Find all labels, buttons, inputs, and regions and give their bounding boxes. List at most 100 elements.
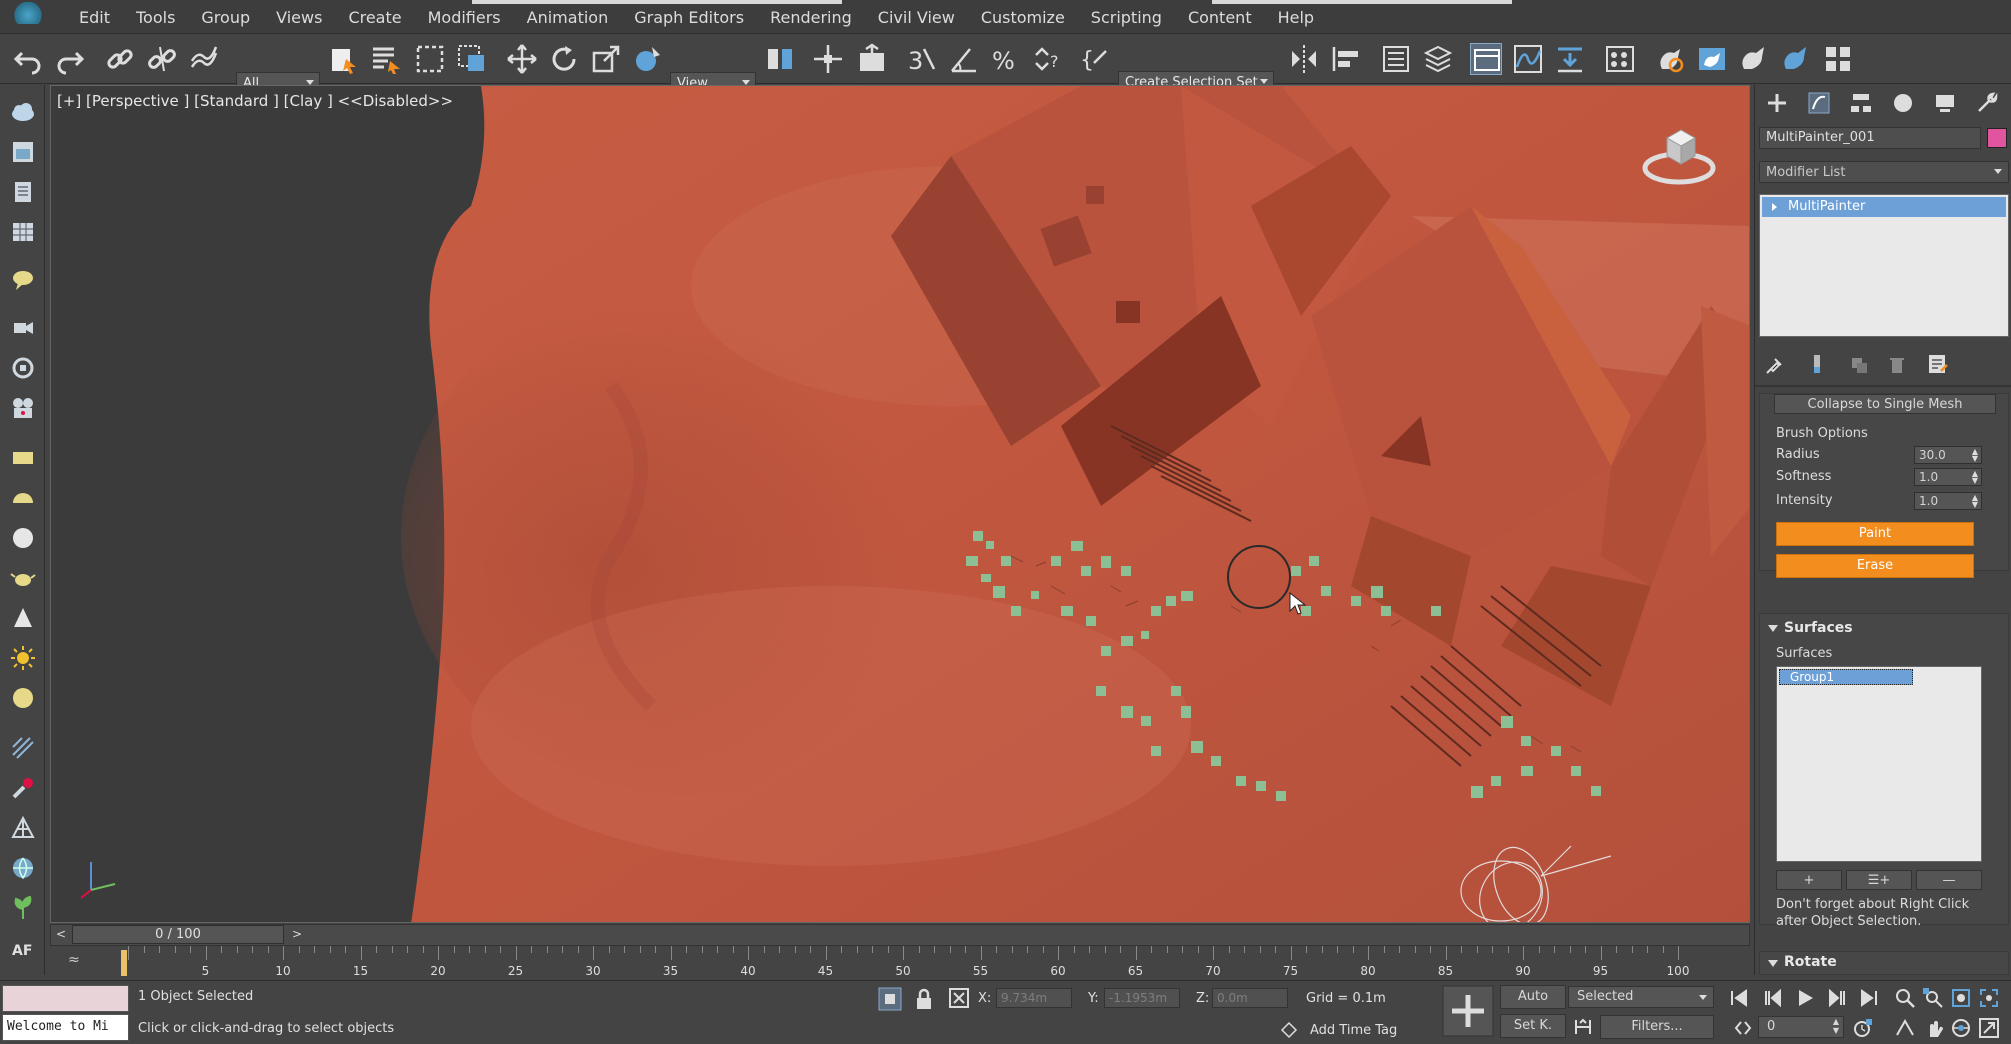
zoom-all-icon[interactable] xyxy=(1922,987,1944,1009)
cone-primitive-icon[interactable] xyxy=(10,605,36,631)
orbit-icon[interactable] xyxy=(1950,1017,1972,1039)
time-slider-thumb[interactable]: 0 / 100 xyxy=(72,925,284,944)
rectangular-selection-icon[interactable] xyxy=(414,43,446,75)
place-icon[interactable] xyxy=(632,43,664,75)
perspective-viewport[interactable]: [+] [Perspective ] [Standard ] [Clay ] <… xyxy=(50,85,1750,923)
hemisphere-primitive-icon[interactable] xyxy=(10,485,36,511)
absolute-mode-icon[interactable] xyxy=(948,987,970,1009)
hatch-pattern-icon[interactable] xyxy=(10,735,36,761)
x-coord-field[interactable]: 9.734m xyxy=(996,988,1072,1008)
time-configuration-icon[interactable] xyxy=(1852,1017,1874,1039)
key-filter-dropdown[interactable]: Selected xyxy=(1568,986,1714,1008)
maxscript-listener-pink[interactable] xyxy=(2,985,129,1012)
rollout-collapse-icon[interactable] xyxy=(1768,960,1778,967)
add-surface-by-list-button[interactable]: ☰+ xyxy=(1846,870,1912,890)
bind-space-warp-icon[interactable] xyxy=(188,43,220,75)
paint-tool-icon[interactable] xyxy=(10,775,36,801)
remove-modifier-icon[interactable] xyxy=(1887,355,1907,375)
spinner-arrows-icon[interactable]: ▲ ▼ xyxy=(1833,1017,1839,1035)
collapse-to-single-mesh-button[interactable]: Collapse to Single Mesh xyxy=(1774,394,1996,414)
menu-scripting[interactable]: Scripting xyxy=(1078,8,1175,27)
redo-icon[interactable] xyxy=(54,43,86,75)
maxscript-listener-white[interactable]: Welcome to Mi xyxy=(2,1014,129,1041)
time-slider-prev[interactable]: < xyxy=(56,927,66,941)
menu-civil-view[interactable]: Civil View xyxy=(865,8,968,27)
pin-stack-icon[interactable] xyxy=(1765,355,1785,375)
image-panel-icon[interactable] xyxy=(10,139,36,165)
material-ball-icon[interactable] xyxy=(10,685,36,711)
render-setup-icon[interactable] xyxy=(1654,43,1686,75)
key-filters-button[interactable]: Filters... xyxy=(1600,1015,1714,1039)
document-icon[interactable] xyxy=(10,179,36,205)
show-end-result-icon[interactable] xyxy=(1807,353,1827,377)
key-mode-toggle-icon[interactable] xyxy=(1734,1019,1752,1037)
menu-help[interactable]: Help xyxy=(1265,8,1327,27)
zoom-extents-all-icon[interactable] xyxy=(1978,987,2000,1009)
angle-snap-icon[interactable] xyxy=(948,43,980,75)
z-coord-field[interactable]: 0.0m xyxy=(1212,988,1288,1008)
motion-tab-icon[interactable] xyxy=(1891,91,1915,115)
make-unique-icon[interactable] xyxy=(1849,355,1869,375)
pivot-center-icon[interactable] xyxy=(764,43,796,75)
rotate-icon[interactable] xyxy=(548,43,580,75)
menu-tools[interactable]: Tools xyxy=(123,8,188,27)
snaps-toggle-icon[interactable]: 3 xyxy=(906,43,938,75)
menu-graph-editors[interactable]: Graph Editors xyxy=(621,8,757,27)
selection-lock-icon[interactable] xyxy=(914,987,934,1011)
spinner-arrows-icon[interactable]: ▲ ▼ xyxy=(1972,470,1978,485)
select-by-name-icon[interactable] xyxy=(370,43,402,75)
time-slider[interactable]: < 0 / 100 > xyxy=(50,924,1750,946)
unlink-icon[interactable] xyxy=(146,43,178,75)
menu-rendering[interactable]: Rendering xyxy=(757,8,865,27)
softness-spinner[interactable]: 1.0 ▲ ▼ xyxy=(1914,468,1982,486)
menu-modifiers[interactable]: Modifiers xyxy=(415,8,514,27)
app-logo-icon[interactable] xyxy=(10,2,46,24)
stack-item-multipainter[interactable]: MultiPainter xyxy=(1762,197,2006,217)
isolate-selection-icon[interactable] xyxy=(878,987,902,1011)
surface-list-item[interactable]: Group1 xyxy=(1779,669,1913,685)
pan-icon[interactable] xyxy=(1922,1017,1944,1039)
current-frame-field[interactable]: 0 ▲ ▼ xyxy=(1758,1016,1844,1038)
next-frame-icon[interactable] xyxy=(1826,987,1848,1009)
time-tag-icon[interactable] xyxy=(1280,1021,1298,1039)
globe-icon[interactable] xyxy=(10,855,36,881)
scene-explorer-icon[interactable] xyxy=(1380,43,1412,75)
zoom-extents-icon[interactable] xyxy=(1950,987,1972,1009)
toggle-ribbon-icon[interactable] xyxy=(1470,43,1502,75)
spinner-arrows-icon[interactable]: ▲ ▼ xyxy=(1972,448,1978,463)
object-color-swatch[interactable] xyxy=(1987,128,2007,148)
add-surface-button[interactable]: + xyxy=(1776,870,1842,890)
modifier-stack[interactable]: MultiPainter xyxy=(1759,194,2009,337)
menu-edit[interactable]: Edit xyxy=(66,8,123,27)
field-of-view-icon[interactable] xyxy=(1894,1017,1916,1039)
radius-spinner[interactable]: 30.0 ▲ ▼ xyxy=(1914,446,1982,464)
paint-button[interactable]: Paint xyxy=(1776,522,1974,546)
previous-frame-icon[interactable] xyxy=(1762,987,1784,1009)
intensity-spinner[interactable]: 1.0 ▲ ▼ xyxy=(1914,492,1982,510)
curve-editor-icon[interactable] xyxy=(1512,43,1544,75)
rollout-collapse-icon[interactable] xyxy=(1768,625,1778,632)
sphere-primitive-icon[interactable] xyxy=(10,525,36,551)
hierarchy-tab-icon[interactable] xyxy=(1849,91,1873,115)
chat-bubble-icon[interactable] xyxy=(10,267,36,293)
table-icon[interactable] xyxy=(10,219,36,245)
camera-dolly-icon[interactable] xyxy=(10,315,36,341)
teapot-primitive-icon[interactable] xyxy=(10,565,36,591)
key-mode-icon[interactable] xyxy=(1572,1016,1594,1038)
go-to-start-icon[interactable] xyxy=(1728,987,1750,1009)
move-icon[interactable] xyxy=(506,43,538,75)
layer-explorer-icon[interactable] xyxy=(1422,43,1454,75)
rendered-frame-window-icon[interactable] xyxy=(1696,43,1728,75)
mirror-icon[interactable] xyxy=(1288,43,1320,75)
edit-named-selection-icon[interactable]: { xyxy=(1080,43,1112,75)
menu-group[interactable]: Group xyxy=(188,8,263,27)
create-tab-icon[interactable] xyxy=(1765,91,1789,115)
link-icon[interactable] xyxy=(104,43,136,75)
structure-icon[interactable] xyxy=(10,815,36,841)
cloud-icon[interactable] xyxy=(10,99,36,125)
scale-icon[interactable] xyxy=(590,43,622,75)
plugin-logo-icon[interactable]: AF xyxy=(10,935,36,961)
modify-tab-icon[interactable] xyxy=(1807,91,1831,115)
spinner-arrows-icon[interactable]: ▲ ▼ xyxy=(1972,494,1978,509)
keyboard-shortcut-override-icon[interactable] xyxy=(856,43,888,75)
